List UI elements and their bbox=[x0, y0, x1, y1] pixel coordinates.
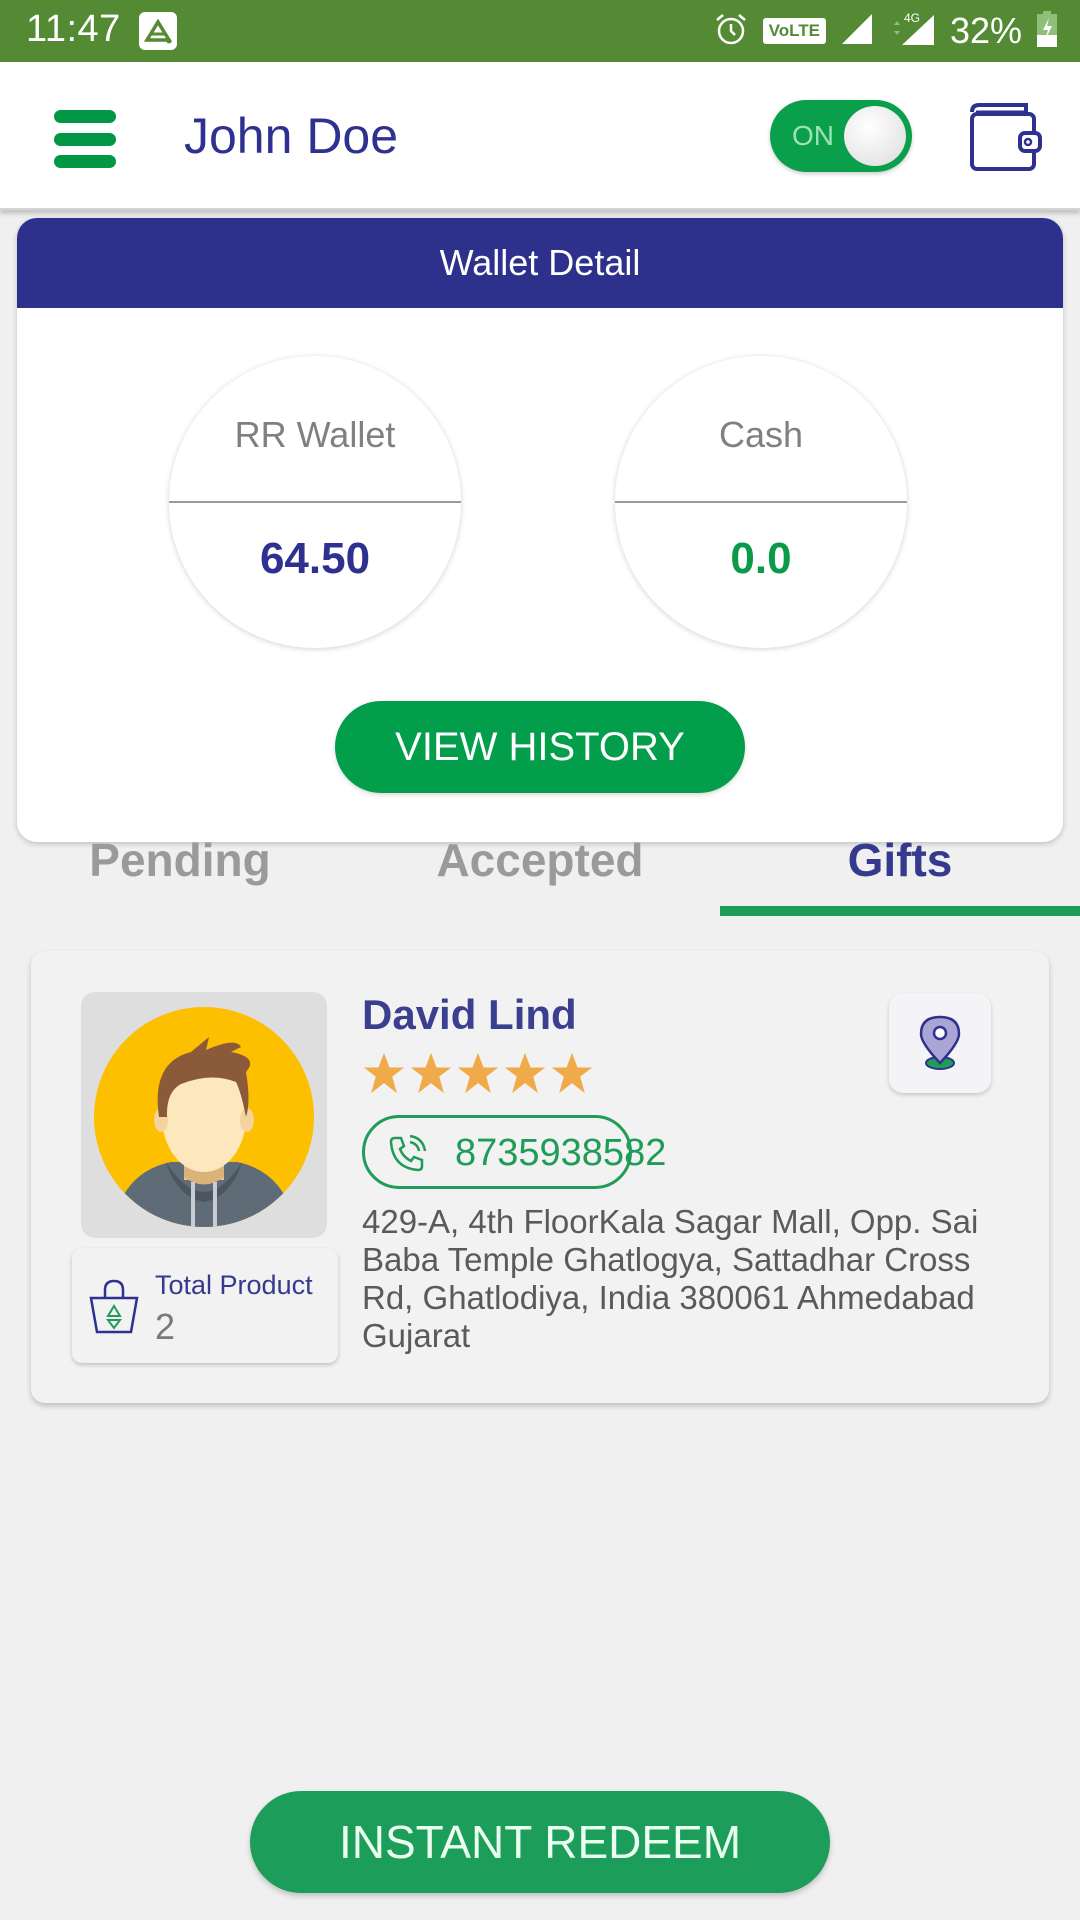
star-rating bbox=[362, 1051, 594, 1095]
map-location-button[interactable] bbox=[889, 993, 991, 1093]
battery-charging-icon bbox=[1036, 10, 1058, 53]
wallet-detail-card: Wallet Detail RR Wallet 64.50 Cash 0.0 V… bbox=[17, 218, 1063, 842]
online-toggle[interactable]: ON bbox=[770, 100, 912, 172]
phone-number: 8735938582 bbox=[455, 1132, 667, 1174]
balance-label: RR Wallet bbox=[234, 414, 396, 455]
star-icon bbox=[363, 1052, 405, 1094]
call-button[interactable]: 8735938582 bbox=[362, 1115, 666, 1189]
gift-order-card[interactable]: Total Product 2 David Lind 8735938582 42… bbox=[31, 951, 1049, 1403]
volte-badge: VoLTE bbox=[762, 18, 826, 44]
signal-icon bbox=[840, 12, 874, 51]
wallet-icon[interactable] bbox=[966, 100, 1044, 174]
tab-gifts[interactable]: Gifts bbox=[720, 830, 1080, 916]
shopping-bag-icon bbox=[89, 1279, 139, 1334]
balance-value: 64.50 bbox=[259, 534, 371, 583]
avatar bbox=[81, 992, 327, 1238]
balance-value: 0.0 bbox=[730, 534, 792, 583]
customer-address: 429-A, 4th FloorKala Sagar Mall, Opp. Sa… bbox=[362, 1203, 979, 1354]
total-product-label: Total Product bbox=[155, 1270, 313, 1300]
toggle-label: ON bbox=[792, 120, 834, 151]
divider bbox=[169, 501, 461, 503]
divider bbox=[615, 501, 907, 503]
status-time: 11:47 bbox=[26, 8, 121, 50]
app-notification-icon bbox=[139, 12, 177, 50]
order-tabs: Pending Accepted Gifts bbox=[0, 830, 1080, 916]
rr-wallet-balance: RR Wallet 64.50 bbox=[169, 356, 461, 648]
star-icon bbox=[410, 1052, 452, 1094]
star-icon bbox=[551, 1052, 593, 1094]
phone-icon bbox=[389, 1134, 427, 1172]
menu-icon[interactable] bbox=[54, 110, 116, 168]
star-icon bbox=[457, 1052, 499, 1094]
svg-text:4G: 4G bbox=[904, 11, 920, 25]
tab-pending[interactable]: Pending bbox=[0, 830, 360, 916]
customer-name: David Lind bbox=[362, 991, 577, 1038]
star-icon bbox=[504, 1052, 546, 1094]
total-product-box: Total Product 2 bbox=[72, 1248, 338, 1363]
app-bar: John Doe ON bbox=[0, 62, 1080, 210]
balance-label: Cash bbox=[718, 414, 804, 455]
tab-accepted[interactable]: Accepted bbox=[360, 830, 720, 916]
instant-redeem-button[interactable]: INSTANT REDEEM bbox=[250, 1791, 830, 1893]
active-tab-indicator bbox=[720, 906, 1080, 916]
user-name-title: John Doe bbox=[184, 108, 399, 164]
status-bar: 11:47 VoLTE 4G 32% bbox=[0, 0, 1080, 62]
total-product-value: 2 bbox=[155, 1306, 176, 1347]
view-history-button[interactable]: VIEW HISTORY bbox=[335, 701, 745, 793]
wallet-detail-header: Wallet Detail bbox=[17, 218, 1063, 308]
cash-balance: Cash 0.0 bbox=[615, 356, 907, 648]
alarm-icon bbox=[713, 11, 749, 52]
battery-percent: 32% bbox=[949, 10, 1022, 51]
toggle-knob bbox=[844, 106, 906, 166]
location-pin-icon bbox=[919, 1015, 961, 1070]
signal-4g-icon: 4G bbox=[888, 11, 936, 52]
